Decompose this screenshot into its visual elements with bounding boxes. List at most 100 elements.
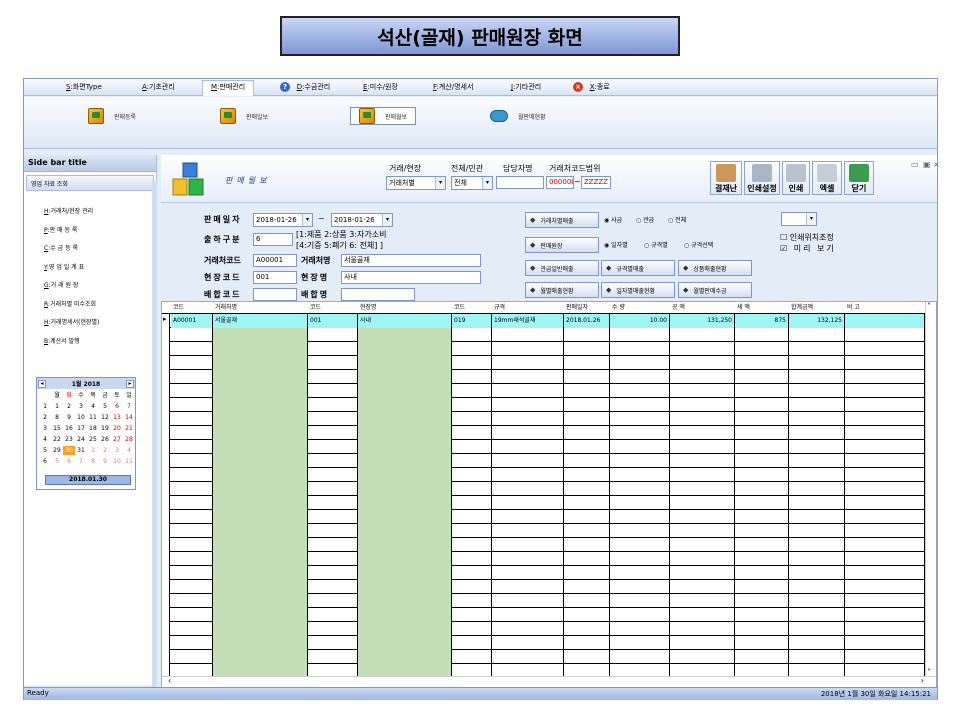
site-name-input[interactable]: 사내 — [341, 271, 481, 284]
grid-header-cell[interactable]: 규격 — [494, 302, 505, 314]
radio-all[interactable]: ○ 전체 — [668, 215, 686, 224]
table-row[interactable]: A00001 서울골재 001 사내 019 19mm쇄석골재 2018.01.26 10.0… — [162, 314, 925, 328]
sidebar-item-receivable[interactable]: R:거래처별 미수조회 — [44, 296, 156, 315]
radio-private[interactable]: ◉ 사급 — [604, 215, 622, 224]
calendar-day[interactable]: 2 — [63, 402, 75, 411]
radio-public[interactable]: ○ 관급 — [636, 215, 654, 224]
calendar-day[interactable]: 4 — [123, 446, 135, 455]
calendar-day[interactable]: 2 — [99, 446, 111, 455]
calendar-day[interactable]: 15 — [51, 424, 63, 433]
type-input[interactable]: 6 — [253, 233, 293, 246]
calendar-day[interactable]: 7 — [75, 457, 87, 466]
print-button[interactable]: 인쇄 — [782, 161, 810, 195]
table-row[interactable] — [162, 370, 925, 384]
ribbon-sales-daily[interactable]: 판매일보 — [220, 107, 268, 125]
table-row[interactable] — [162, 538, 925, 552]
assoc-code-input[interactable] — [253, 288, 297, 301]
calendar-day[interactable]: 28 — [123, 435, 135, 444]
calendar-day[interactable]: 11 — [87, 413, 99, 422]
sales-ledger-button[interactable]: ◆ 판매원장 — [525, 237, 599, 253]
sidebar-item-collection-entry[interactable]: C:수 금 등 록 — [44, 240, 156, 259]
menu-collection[interactable]: ? D:수금관리 — [280, 81, 330, 94]
grid-header-cell[interactable]: 코드 — [173, 302, 184, 314]
table-row[interactable] — [162, 650, 925, 664]
calendar-day[interactable]: 11 — [123, 457, 135, 466]
excel-button[interactable]: 엑셀 — [812, 161, 842, 195]
table-row[interactable] — [162, 454, 925, 468]
table-row[interactable] — [162, 482, 925, 496]
table-row[interactable] — [162, 412, 925, 426]
table-row[interactable] — [162, 580, 925, 594]
calendar-day[interactable]: 13 — [111, 413, 123, 422]
manager-input[interactable] — [496, 176, 544, 189]
date-from-picker[interactable]: 2018-01-26 ▾ — [253, 213, 313, 227]
code-range-from[interactable]: 000000 — [546, 176, 574, 189]
scroll-right-icon[interactable]: › — [921, 676, 924, 685]
sidebar-splitter[interactable] — [152, 181, 157, 693]
table-row[interactable] — [162, 384, 925, 398]
calendar-today[interactable]: 2018.01.30 — [45, 475, 131, 485]
grid-header-cell[interactable]: 코드 — [310, 302, 321, 314]
calendar-day[interactable]: 17 — [75, 424, 87, 433]
calendar-day[interactable]: 10 — [111, 457, 123, 466]
sidebar-item-ledger[interactable]: G:거 래 원 장 — [44, 277, 156, 296]
grid-header-cell[interactable]: 코드 — [454, 302, 465, 314]
product-sales-button[interactable]: ◆ 상품매출현황 — [678, 260, 752, 276]
window-close-icon[interactable]: × — [933, 160, 940, 169]
grid-header-cell[interactable]: 판매일자 — [566, 302, 588, 314]
radio-spec-select[interactable]: ○ 규격선택 — [684, 240, 713, 249]
sidebar-item-sales-entry[interactable]: P:판 매 등 록 — [44, 222, 156, 241]
grid-header-cell[interactable]: 세 액 — [737, 302, 750, 314]
calendar-day[interactable]: 29 — [51, 446, 63, 455]
calendar-day[interactable]: 12 — [99, 413, 111, 422]
close-button[interactable]: 닫기 — [844, 161, 874, 195]
client-name-input[interactable]: 서울골재 — [341, 254, 481, 267]
radio-spec[interactable]: ○ 규격별 — [644, 240, 668, 249]
calendar-day[interactable]: 18 — [87, 424, 99, 433]
grid-header-cell[interactable]: 거래처명 — [215, 302, 237, 314]
calendar-day[interactable]: 30 — [63, 446, 75, 455]
calendar-day[interactable]: 9 — [99, 457, 111, 466]
restore-icon[interactable]: ▣ — [923, 160, 931, 169]
table-row[interactable] — [162, 342, 925, 356]
table-row[interactable] — [162, 328, 925, 342]
calendar-day[interactable]: 24 — [75, 435, 87, 444]
table-row[interactable] — [162, 636, 925, 650]
client-code-input[interactable]: A00001 — [253, 254, 297, 267]
calendar-day[interactable]: 23 — [63, 435, 75, 444]
table-row[interactable] — [162, 468, 925, 482]
sidebar-item-client-site[interactable]: H:거래처/현장 관리 — [44, 203, 156, 222]
grid-header-cell[interactable]: 수 량 — [612, 302, 625, 314]
calendar-day[interactable]: 3 — [75, 402, 87, 411]
site-code-input[interactable]: 001 — [253, 271, 297, 284]
ribbon-sales-entry[interactable]: 판매등록 — [88, 107, 136, 125]
preview-checkbox[interactable]: ☑ 미리 보기 — [780, 243, 836, 254]
print-settings-button[interactable]: 인쇄설정 — [744, 161, 780, 195]
calendar-day[interactable]: 8 — [87, 457, 99, 466]
calendar-day[interactable]: 14 — [123, 413, 135, 422]
ribbon-sales-monthly[interactable]: 판매월보 — [350, 107, 417, 125]
assoc-name-input[interactable] — [341, 288, 415, 301]
grid-header-cell[interactable]: 비 고 — [847, 302, 860, 314]
spec-sales-button[interactable]: ◆ 규격별매출 — [601, 260, 675, 276]
sidebar-item-daily-report[interactable]: Y:영 업 일 계 표 — [44, 259, 156, 278]
calendar-day[interactable]: 22 — [51, 435, 63, 444]
table-row[interactable] — [162, 566, 925, 580]
table-row[interactable] — [162, 398, 925, 412]
calendar-day[interactable]: 8 — [51, 413, 63, 422]
table-row[interactable] — [162, 608, 925, 622]
menu-screen-type[interactable]: S:화면Type — [66, 81, 102, 94]
public-select[interactable]: 전체 ▾ — [451, 176, 493, 190]
print-position-checkbox[interactable]: ☐ 인쇄위치조정 — [780, 232, 834, 243]
sidebar-item-tax-invoice[interactable]: B:계산서 발행 — [44, 333, 156, 352]
calendar-day[interactable]: 6 — [111, 402, 123, 411]
calendar-day[interactable]: 26 — [99, 435, 111, 444]
calendar-day[interactable]: 31 — [75, 446, 87, 455]
grid-header-cell[interactable]: 공 액 — [672, 302, 685, 314]
calendar-day[interactable]: 7 — [123, 402, 135, 411]
menu-etc[interactable]: J:기타관리 — [511, 81, 541, 94]
table-row[interactable] — [162, 622, 925, 636]
calendar-day[interactable]: 5 — [51, 457, 63, 466]
option-select[interactable]: ▾ — [781, 212, 817, 226]
table-row[interactable] — [162, 594, 925, 608]
